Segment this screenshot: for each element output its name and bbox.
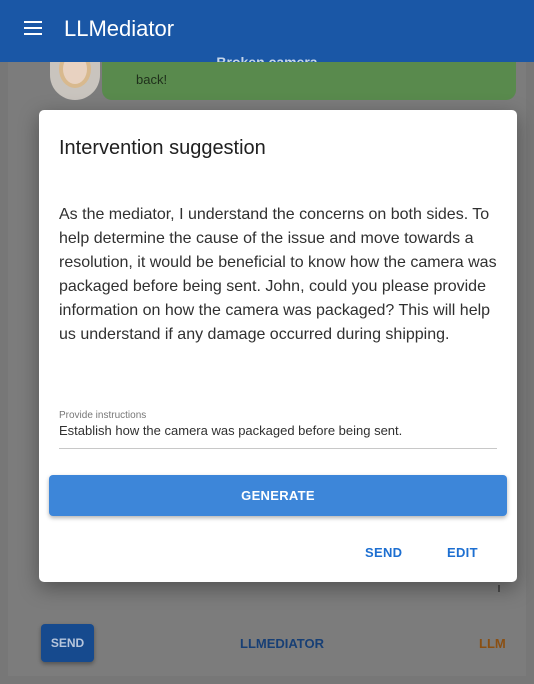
dialog-title: Intervention suggestion xyxy=(59,137,266,159)
bottom-send-button[interactable]: SEND xyxy=(41,624,94,662)
llm-tab[interactable]: LLM xyxy=(479,636,506,651)
message-bubble: back! xyxy=(102,62,516,100)
generate-button[interactable]: GENERATE xyxy=(49,475,507,516)
message-text: back! xyxy=(136,72,168,87)
suggestion-text: As the mediator, I understand the concer… xyxy=(59,206,497,343)
conversation-title: Broken camera xyxy=(216,54,318,62)
intervention-dialog: Intervention suggestion As the mediator,… xyxy=(39,110,517,582)
edit-button[interactable]: EDIT xyxy=(447,542,478,562)
menu-icon[interactable] xyxy=(24,21,42,35)
send-button[interactable]: SEND xyxy=(365,542,402,562)
llmediator-tab[interactable]: LLMEDIATOR xyxy=(240,636,324,651)
app-title: LLMediator xyxy=(64,16,175,41)
instructions-label: Provide instructions xyxy=(59,410,147,421)
instructions-input[interactable] xyxy=(59,422,497,439)
instructions-field: Provide instructions xyxy=(59,410,497,449)
scroll-indicator xyxy=(498,585,500,592)
